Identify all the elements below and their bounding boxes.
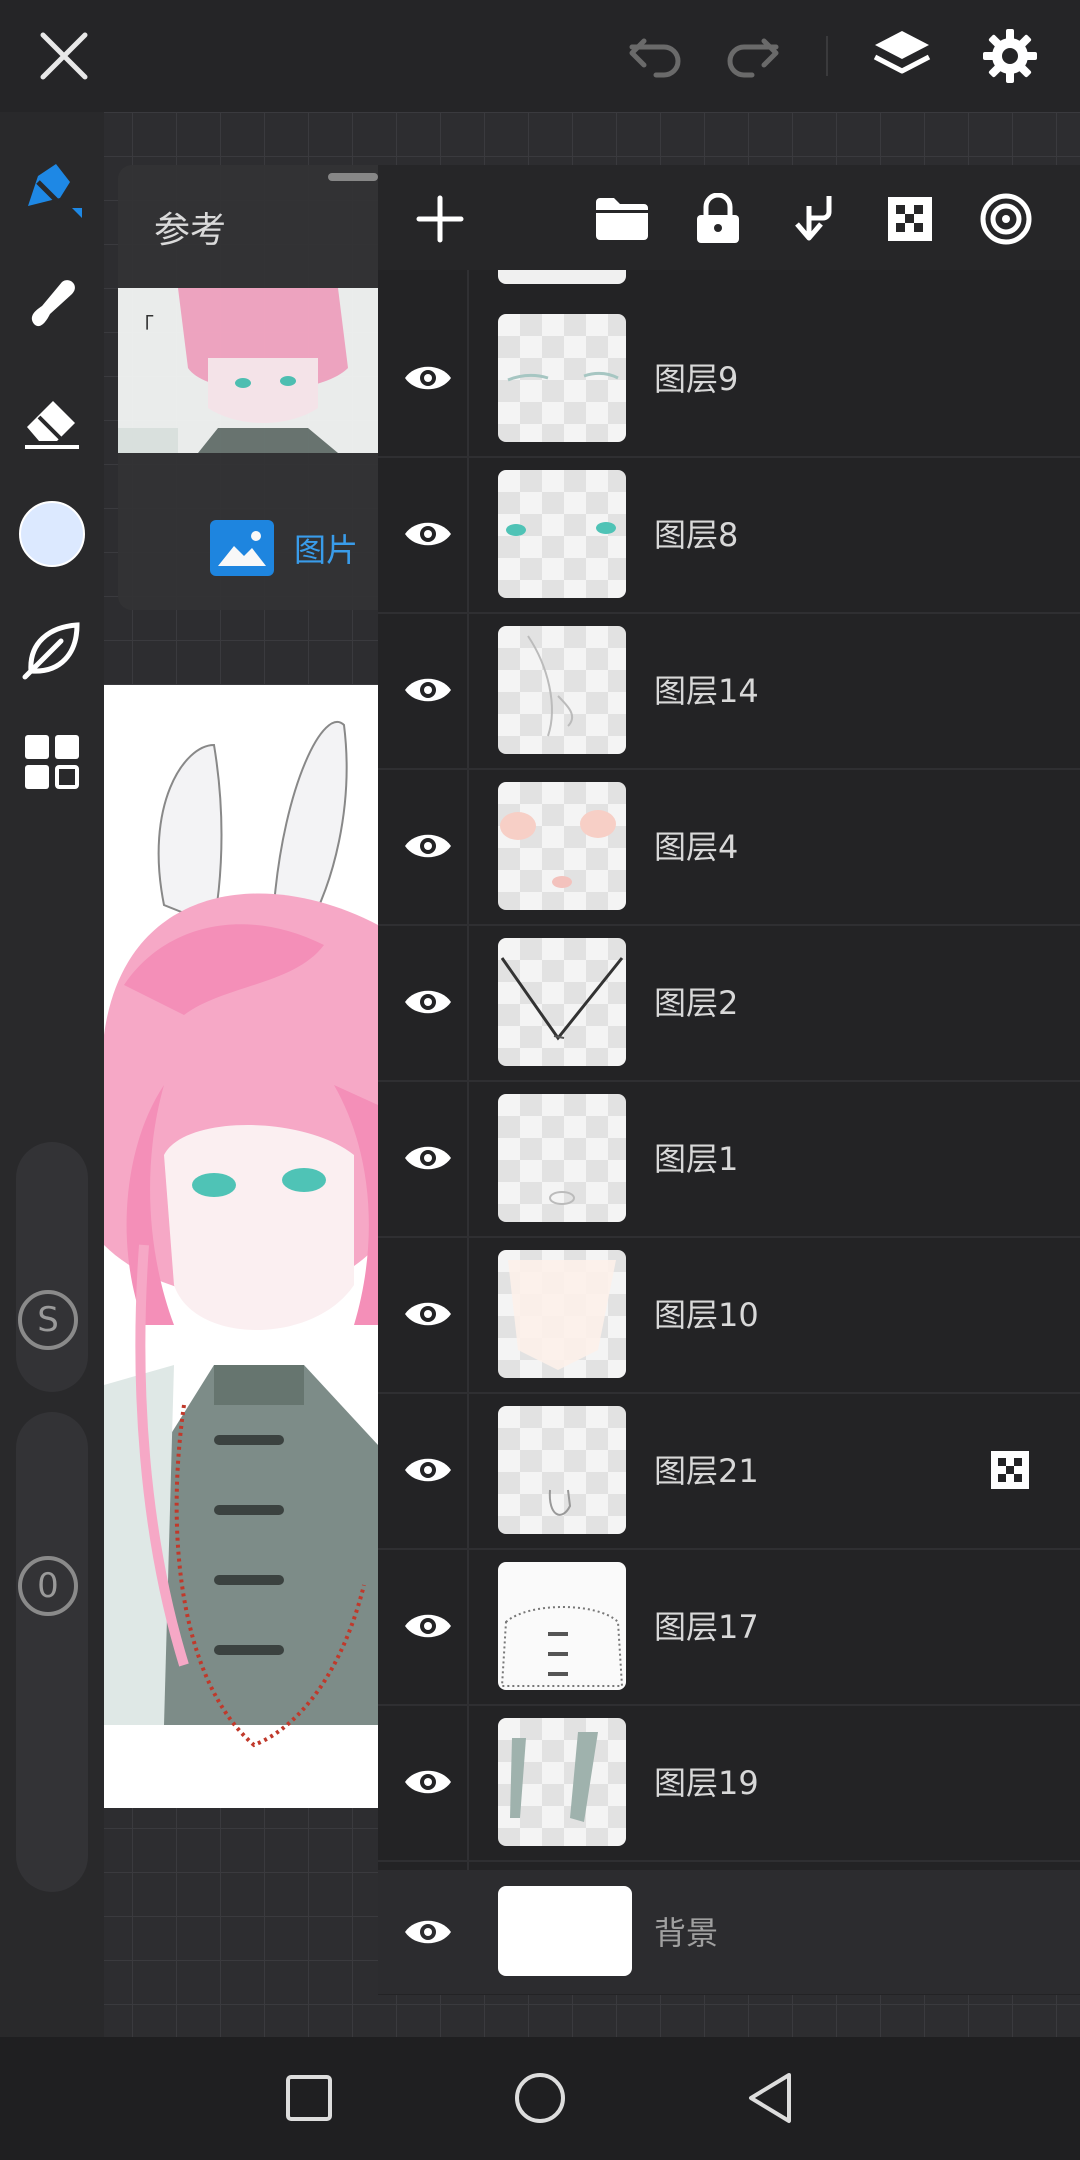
eye-icon[interactable]: [398, 1440, 458, 1500]
eye-icon[interactable]: [398, 1128, 458, 1188]
layer-name: 图层21: [654, 1452, 759, 1490]
layer-thumbnail: [498, 470, 626, 598]
layer-thumbnail: [498, 626, 626, 754]
layer-row[interactable]: 图层8: [378, 456, 1080, 614]
opacity-slider[interactable]: [16, 1412, 88, 1892]
eye-icon[interactable]: [398, 504, 458, 564]
redo-icon[interactable]: [716, 20, 788, 92]
layer-thumbnail: [498, 1562, 626, 1690]
background-layer-row[interactable]: 背景: [378, 1870, 1080, 1994]
drag-handle[interactable]: [328, 173, 378, 181]
smudge-icon[interactable]: [12, 262, 92, 342]
layer-row[interactable]: 图层4: [378, 768, 1080, 926]
leaf-icon[interactable]: [12, 610, 92, 690]
top-bar: [0, 0, 1080, 112]
canvas-artwork[interactable]: [104, 685, 378, 1808]
layer-thumbnail: [498, 314, 626, 442]
eye-icon[interactable]: [398, 816, 458, 876]
eye-icon[interactable]: [398, 972, 458, 1032]
layer-row[interactable]: 图层19: [378, 1704, 1080, 1862]
back-icon[interactable]: [735, 2063, 805, 2133]
settings-icon[interactable]: [974, 20, 1046, 92]
layer-thumbnail: [498, 938, 626, 1066]
system-nav-bar: [0, 2037, 1080, 2160]
home-icon[interactable]: [505, 2063, 575, 2133]
layer-thumbnail: [498, 1718, 626, 1846]
layer-row[interactable]: 图层9: [378, 300, 1080, 458]
alpha-lock-icon[interactable]: [990, 1450, 1030, 1490]
layers-icon[interactable]: [866, 20, 938, 92]
layer-thumbnail: [498, 782, 626, 910]
opacity-label: 0: [18, 1556, 78, 1616]
layer-row[interactable]: 图层10: [378, 1236, 1080, 1394]
image-icon: [210, 520, 274, 576]
svg-text:「: 「: [132, 315, 154, 340]
alpha-lock-icon[interactable]: [878, 187, 942, 251]
layer-name: 图层2: [654, 984, 739, 1022]
layer-row[interactable]: 图层2: [378, 924, 1080, 1082]
eye-icon[interactable]: [398, 1284, 458, 1344]
left-toolbar: S 0: [0, 112, 104, 2037]
blend-icon[interactable]: [974, 187, 1038, 251]
reference-title: 参考: [154, 210, 227, 251]
layer-row[interactable]: 图层17: [378, 1548, 1080, 1706]
undo-icon[interactable]: [620, 20, 692, 92]
layer-name: 图层19: [654, 1764, 759, 1802]
partial-layer-thumb: [498, 270, 626, 284]
reference-panel: 参考 「 图片: [118, 165, 378, 610]
layer-row[interactable]: 图层14: [378, 612, 1080, 770]
eye-icon[interactable]: [398, 1902, 458, 1962]
layer-name: 图层1: [654, 1140, 739, 1178]
size-slider[interactable]: [16, 1142, 88, 1392]
folder-icon[interactable]: [590, 187, 654, 251]
layer-name: 图层17: [654, 1608, 759, 1646]
merge-down-icon[interactable]: [784, 187, 848, 251]
background-thumbnail: [498, 1886, 632, 1976]
layer-name: 图层10: [654, 1296, 759, 1334]
toolbar-divider: [826, 36, 828, 76]
close-icon[interactable]: [28, 20, 100, 92]
layer-row[interactable]: 图层1: [378, 1080, 1080, 1238]
eye-icon[interactable]: [398, 1752, 458, 1812]
eye-icon[interactable]: [398, 1596, 458, 1656]
layer-row[interactable]: 图层21: [378, 1392, 1080, 1550]
layer-name: 图层8: [654, 516, 739, 554]
brush-icon[interactable]: [12, 148, 92, 228]
layer-name: 图层14: [654, 672, 759, 710]
eraser-icon[interactable]: [12, 380, 92, 460]
add-layer-icon[interactable]: [408, 187, 472, 251]
layer-thumbnail: [498, 1094, 626, 1222]
layer-name: 图层4: [654, 828, 739, 866]
size-label: S: [18, 1290, 78, 1350]
color-icon[interactable]: [12, 494, 92, 574]
layer-name: 图层9: [654, 360, 739, 398]
grid-icon[interactable]: [12, 722, 92, 802]
layer-name: 背景: [654, 1914, 719, 1952]
layer-thumbnail: [498, 1250, 626, 1378]
layers-toolbar: [378, 165, 1080, 270]
lock-icon[interactable]: [686, 187, 750, 251]
eye-icon[interactable]: [398, 348, 458, 408]
recents-icon[interactable]: [274, 2063, 344, 2133]
reference-image[interactable]: 「: [118, 288, 378, 453]
picture-label: 图片: [294, 531, 359, 569]
layer-thumbnail: [498, 1406, 626, 1534]
eye-icon[interactable]: [398, 660, 458, 720]
picture-button[interactable]: 图片: [210, 520, 358, 576]
